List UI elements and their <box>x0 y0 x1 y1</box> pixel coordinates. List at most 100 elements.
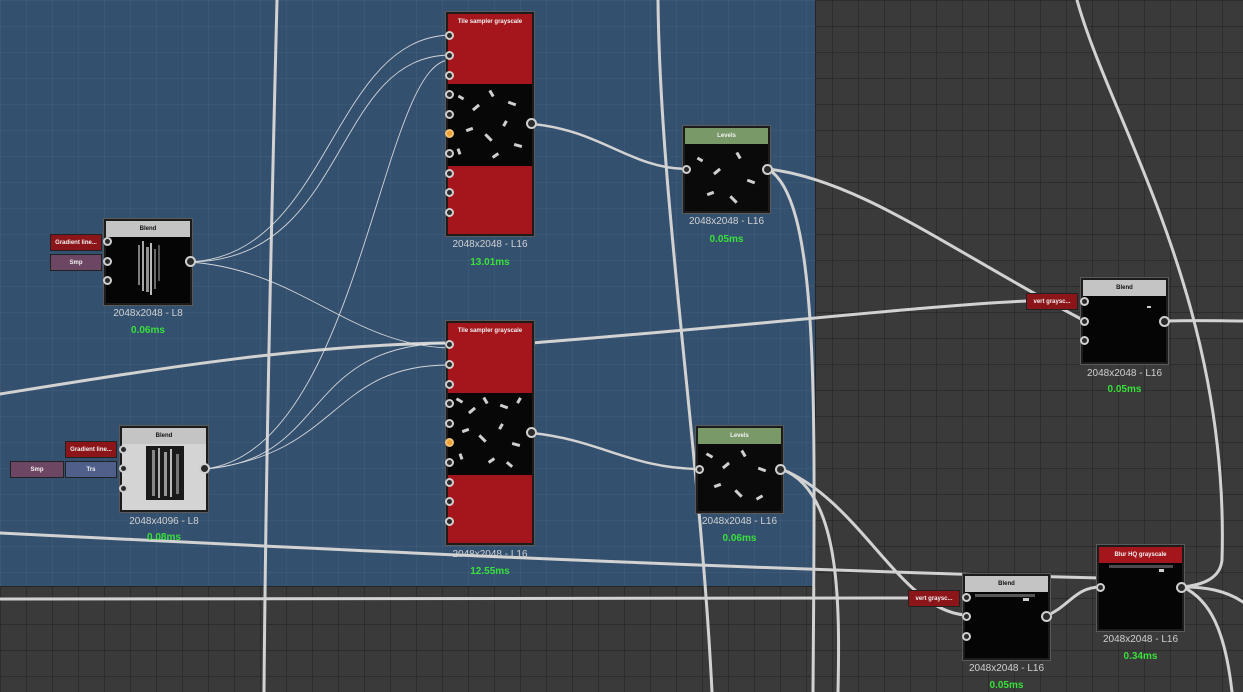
node-thumbnail <box>448 84 532 166</box>
input-port[interactable] <box>119 484 128 493</box>
blend3-input-chip[interactable]: vert graysc... <box>1026 293 1078 310</box>
blend4-input-chip[interactable]: vert graysc... <box>908 590 960 607</box>
node-thumbnail <box>1083 296 1166 362</box>
input-port[interactable] <box>445 438 454 447</box>
levels-node-1[interactable]: Levels <box>683 126 770 213</box>
node-title: Tile sampler grayscale <box>448 14 532 30</box>
node-time-label: 0.06ms <box>131 325 165 336</box>
output-port[interactable] <box>526 118 537 129</box>
input-port[interactable] <box>1080 336 1089 345</box>
output-port[interactable] <box>1159 316 1170 327</box>
wire <box>1044 585 1103 618</box>
node-time-label: 13.01ms <box>470 257 510 268</box>
input-port[interactable] <box>119 445 128 454</box>
node-time-label: 0.05ms <box>709 234 744 245</box>
wire <box>1181 585 1243 604</box>
output-port[interactable] <box>185 256 196 267</box>
blend-node-3[interactable]: Blend <box>1081 278 1168 364</box>
input-port[interactable] <box>445 360 454 369</box>
input-port[interactable] <box>445 478 454 487</box>
output-port[interactable] <box>762 164 773 175</box>
input-port[interactable] <box>445 208 454 217</box>
node-thumbnail <box>965 592 1048 658</box>
input-port[interactable] <box>445 90 454 99</box>
node-time-label: 0.05ms <box>989 680 1024 691</box>
node-size-label: 2048x2048 - L8 <box>113 308 183 319</box>
node-time-label: 12.55ms <box>470 566 510 577</box>
output-port[interactable] <box>526 427 537 438</box>
output-port[interactable] <box>775 464 786 475</box>
input-port[interactable] <box>445 419 454 428</box>
input-port[interactable] <box>103 237 112 246</box>
input-port[interactable] <box>445 497 454 506</box>
node-title: Blend <box>106 221 190 237</box>
input-port[interactable] <box>119 464 128 473</box>
blend2-input-chip-smp[interactable]: Smp <box>10 461 64 478</box>
input-port[interactable] <box>445 110 454 119</box>
blend1-input-chip-gradient[interactable]: Gradient line... <box>50 234 102 251</box>
node-size-label: 2048x2048 - L16 <box>688 216 765 227</box>
input-port[interactable] <box>445 517 454 526</box>
node-time-label: 0.34ms <box>1123 651 1158 662</box>
input-port[interactable] <box>1080 297 1089 306</box>
input-port[interactable] <box>445 188 454 197</box>
input-port[interactable] <box>445 458 454 467</box>
blend2-input-chip-trs[interactable]: Trs <box>65 461 117 478</box>
blend-node-4[interactable]: Blend <box>963 574 1050 660</box>
input-port[interactable] <box>962 632 971 641</box>
node-title: Blend <box>122 428 206 444</box>
blend-node-1[interactable]: Blend <box>104 219 192 305</box>
node-size-label: 2048x2048 - L16 <box>1086 368 1163 379</box>
node-title: Blur HQ grayscale <box>1099 547 1182 563</box>
blend-node-2[interactable]: Blend <box>120 426 208 512</box>
node-time-label: 0.05ms <box>1107 384 1142 395</box>
output-port[interactable] <box>1041 611 1052 622</box>
input-port[interactable] <box>445 169 454 178</box>
output-port[interactable] <box>1176 582 1187 593</box>
output-port[interactable] <box>199 463 210 474</box>
input-port[interactable] <box>445 380 454 389</box>
node-thumbnail <box>146 446 184 500</box>
input-port[interactable] <box>682 165 691 174</box>
blend2-input-chip-gradient[interactable]: Gradient line... <box>65 441 117 458</box>
input-port[interactable] <box>445 399 454 408</box>
input-port[interactable] <box>1096 583 1105 592</box>
node-title: Tile sampler grayscale <box>448 323 532 339</box>
node-size-label: 2048x2048 - L16 <box>452 549 528 560</box>
node-title: Levels <box>698 428 781 444</box>
node-size-label: 2048x2048 - L16 <box>1102 634 1179 645</box>
input-port[interactable] <box>445 129 454 138</box>
node-time-label: 0.06ms <box>722 533 757 544</box>
tile-sampler-node-1[interactable]: Tile sampler grayscale <box>446 12 534 236</box>
node-time-label: 0.08ms <box>147 532 181 543</box>
input-port[interactable] <box>445 71 454 80</box>
node-title: Blend <box>965 576 1048 592</box>
wire <box>0 596 911 601</box>
node-thumbnail <box>1099 563 1182 629</box>
node-thumbnail <box>106 237 190 303</box>
input-port[interactable] <box>445 340 454 349</box>
node-size-label: 2048x4096 - L8 <box>129 516 199 527</box>
node-size-label: 2048x2048 - L16 <box>452 239 528 250</box>
blend1-input-chip-smp[interactable]: Smp <box>50 254 102 271</box>
node-thumbnail <box>448 393 532 475</box>
input-port[interactable] <box>445 149 454 158</box>
input-port[interactable] <box>445 31 454 40</box>
input-port[interactable] <box>962 612 971 621</box>
node-size-label: 2048x2048 - L16 <box>701 516 778 527</box>
input-port[interactable] <box>103 257 112 266</box>
levels-node-2[interactable]: Levels <box>696 426 783 513</box>
node-title: Levels <box>685 128 768 144</box>
input-port[interactable] <box>695 465 704 474</box>
input-port[interactable] <box>1080 317 1089 326</box>
blur-hq-node[interactable]: Blur HQ grayscale <box>1097 545 1184 631</box>
wire <box>1181 585 1234 692</box>
node-thumbnail <box>698 444 781 511</box>
node-title: Blend <box>1083 280 1166 296</box>
input-port[interactable] <box>103 276 112 285</box>
node-size-label: 2048x2048 - L16 <box>968 663 1045 674</box>
tile-sampler-node-2[interactable]: Tile sampler grayscale <box>446 321 534 545</box>
node-thumbnail <box>685 144 768 211</box>
input-port[interactable] <box>962 593 971 602</box>
input-port[interactable] <box>445 51 454 60</box>
